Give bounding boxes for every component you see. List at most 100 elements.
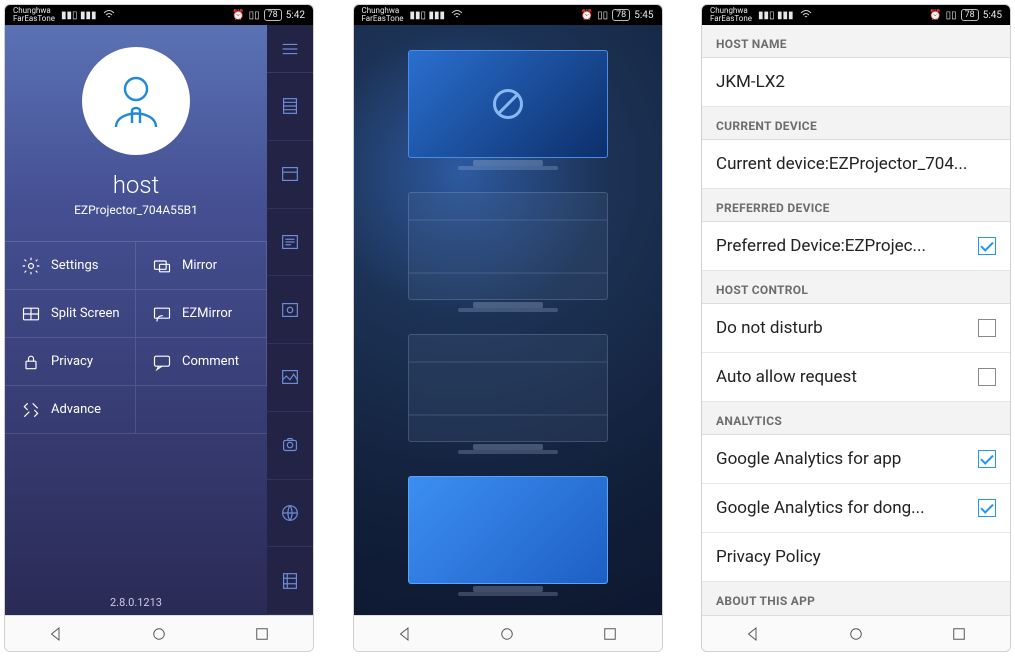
menu-split-screen[interactable]: Split Screen: [5, 290, 136, 338]
projector-name: EZProjector_704A55B1: [74, 203, 198, 217]
phone-1: Chunghwa FarEasTone ▮▮▯ ▮▮▮ ⏰ ▯▯ 78 5:42…: [4, 4, 314, 652]
battery-icon: 78: [612, 9, 630, 21]
side-item-4[interactable]: [267, 276, 313, 344]
recents-button[interactable]: [601, 625, 619, 643]
layout-full-disabled[interactable]: [408, 50, 608, 170]
comment-icon: [152, 352, 172, 372]
layout-quad-2[interactable]: [408, 334, 608, 454]
menu-privacy[interactable]: Privacy: [5, 338, 136, 386]
battery-icon: 78: [961, 9, 979, 21]
row-privacy-policy[interactable]: Privacy Policy: [702, 533, 1010, 582]
signal-icon: ▮▮▯ ▮▮▮: [410, 10, 446, 21]
menu-comment[interactable]: Comment: [136, 338, 267, 386]
menu-mirror[interactable]: Mirror: [136, 242, 267, 290]
row-current-device[interactable]: Current device:EZProjector_704...: [702, 140, 1010, 189]
home-button[interactable]: [150, 625, 168, 643]
privacy-policy-label: Privacy Policy: [716, 547, 821, 567]
side-item-8[interactable]: [267, 547, 313, 615]
home-button[interactable]: [498, 625, 516, 643]
menu-empty: [136, 386, 267, 434]
section-current-device: CURRENT DEVICE: [702, 107, 1010, 140]
side-item-6[interactable]: [267, 412, 313, 480]
hamburger-button[interactable]: [267, 25, 313, 73]
layout-full-active[interactable]: [408, 476, 608, 596]
signal-icon: ▮▮▯ ▮▮▮: [61, 10, 97, 21]
split-layout-screen: [354, 25, 662, 615]
checkbox-ga-app[interactable]: [978, 450, 996, 468]
menu-label: EZMirror: [182, 306, 232, 321]
dnd-label: Do not disturb: [716, 318, 823, 338]
back-button[interactable]: [744, 625, 762, 643]
layout-quad-1[interactable]: [408, 192, 608, 312]
split-icon: [21, 304, 41, 324]
prohibited-icon: [490, 86, 526, 122]
phone-3: Chunghwa FarEasTone ▮▮▯ ▮▮▮ ⏰ ▯▯ 78 5:45…: [701, 4, 1011, 652]
menu-ezmirror[interactable]: EZMirror: [136, 290, 267, 338]
menu-label: Privacy: [51, 354, 93, 369]
alarm-icon: ⏰: [581, 10, 593, 21]
battery-icon: 78: [264, 9, 282, 21]
android-navbar: [5, 615, 313, 651]
side-item-2[interactable]: [267, 141, 313, 209]
side-item-7[interactable]: [267, 480, 313, 548]
carrier-text: Chunghwa FarEasTone: [13, 7, 55, 23]
home-button[interactable]: [847, 625, 865, 643]
android-navbar: [354, 615, 662, 651]
row-dnd[interactable]: Do not disturb: [702, 304, 1010, 353]
statusbar: Chunghwa FarEasTone ▮▮▯ ▮▮▮ ⏰ ▯▯ 78 5:45: [702, 5, 1010, 25]
ga-app-label: Google Analytics for app: [716, 449, 901, 469]
phone-2: Chunghwa FarEasTone ▮▮▯ ▮▮▮ ⏰ ▯▯ 78 5:45: [353, 4, 663, 652]
checkbox-ga-dongle[interactable]: [978, 499, 996, 517]
recents-button[interactable]: [950, 625, 968, 643]
row-preferred-device[interactable]: Preferred Device:EZProjec...: [702, 222, 1010, 271]
statusbar: Chunghwa FarEasTone ▮▮▯ ▮▮▮ ⏰ ▯▯ 78 5:42: [5, 5, 313, 25]
wifi-icon: [800, 9, 812, 22]
side-item-5[interactable]: [267, 344, 313, 412]
ezmirror-icon: [152, 304, 172, 324]
wifi-icon: [103, 9, 115, 22]
row-hostname[interactable]: JKM-LX2: [702, 58, 1010, 107]
menu-settings[interactable]: Settings: [5, 242, 136, 290]
menu-grid: Settings Mirror Split Screen EZMirror Pr…: [5, 241, 267, 434]
section-host-control: HOST CONTROL: [702, 271, 1010, 304]
mirror-icon: [152, 256, 172, 276]
clock: 5:42: [286, 10, 305, 21]
alarm-icon: ⏰: [232, 10, 244, 21]
wifi-icon: [451, 9, 463, 22]
recents-button[interactable]: [253, 625, 271, 643]
back-button[interactable]: [47, 625, 65, 643]
android-navbar: [702, 615, 1010, 651]
menu-label: Mirror: [182, 258, 217, 273]
current-device-value: Current device:EZProjector_704...: [716, 154, 967, 174]
hostname-value: JKM-LX2: [716, 72, 785, 92]
settings-drawer-screen: host EZProjector_704A55B1 Settings Mirro…: [5, 25, 313, 615]
section-hostname: HOST NAME: [702, 25, 1010, 58]
side-item-3[interactable]: [267, 209, 313, 277]
menu-label: Advance: [51, 402, 101, 417]
clock: 5:45: [634, 10, 653, 21]
avatar[interactable]: [82, 47, 190, 155]
checkbox-dnd[interactable]: [978, 319, 996, 337]
row-ga-app[interactable]: Google Analytics for app: [702, 435, 1010, 484]
back-button[interactable]: [396, 625, 414, 643]
vibrate-icon: ▯▯: [597, 10, 608, 21]
section-about: ABOUT THIS APP: [702, 582, 1010, 614]
checkbox-auto-allow[interactable]: [978, 368, 996, 386]
vibrate-icon: ▯▯: [249, 10, 260, 21]
carrier-text: Chunghwa FarEasTone: [710, 7, 752, 23]
row-ga-dongle[interactable]: Google Analytics for dong...: [702, 484, 1010, 533]
section-analytics: ANALYTICS: [702, 402, 1010, 435]
preferred-device-value: Preferred Device:EZProjec...: [716, 236, 926, 256]
tools-icon: [21, 400, 41, 420]
signal-icon: ▮▮▯ ▮▮▮: [758, 10, 794, 21]
checkbox-preferred[interactable]: [978, 237, 996, 255]
auto-allow-label: Auto allow request: [716, 367, 857, 387]
row-auto-allow[interactable]: Auto allow request: [702, 353, 1010, 402]
app-version: 2.8.0.1213: [110, 596, 162, 609]
clock: 5:45: [983, 10, 1002, 21]
side-rail: [267, 25, 313, 615]
menu-advance[interactable]: Advance: [5, 386, 136, 434]
carrier-text: Chunghwa FarEasTone: [362, 7, 404, 23]
settings-list-screen[interactable]: HOST NAME JKM-LX2 CURRENT DEVICE Current…: [702, 25, 1010, 615]
side-item-1[interactable]: [267, 73, 313, 141]
